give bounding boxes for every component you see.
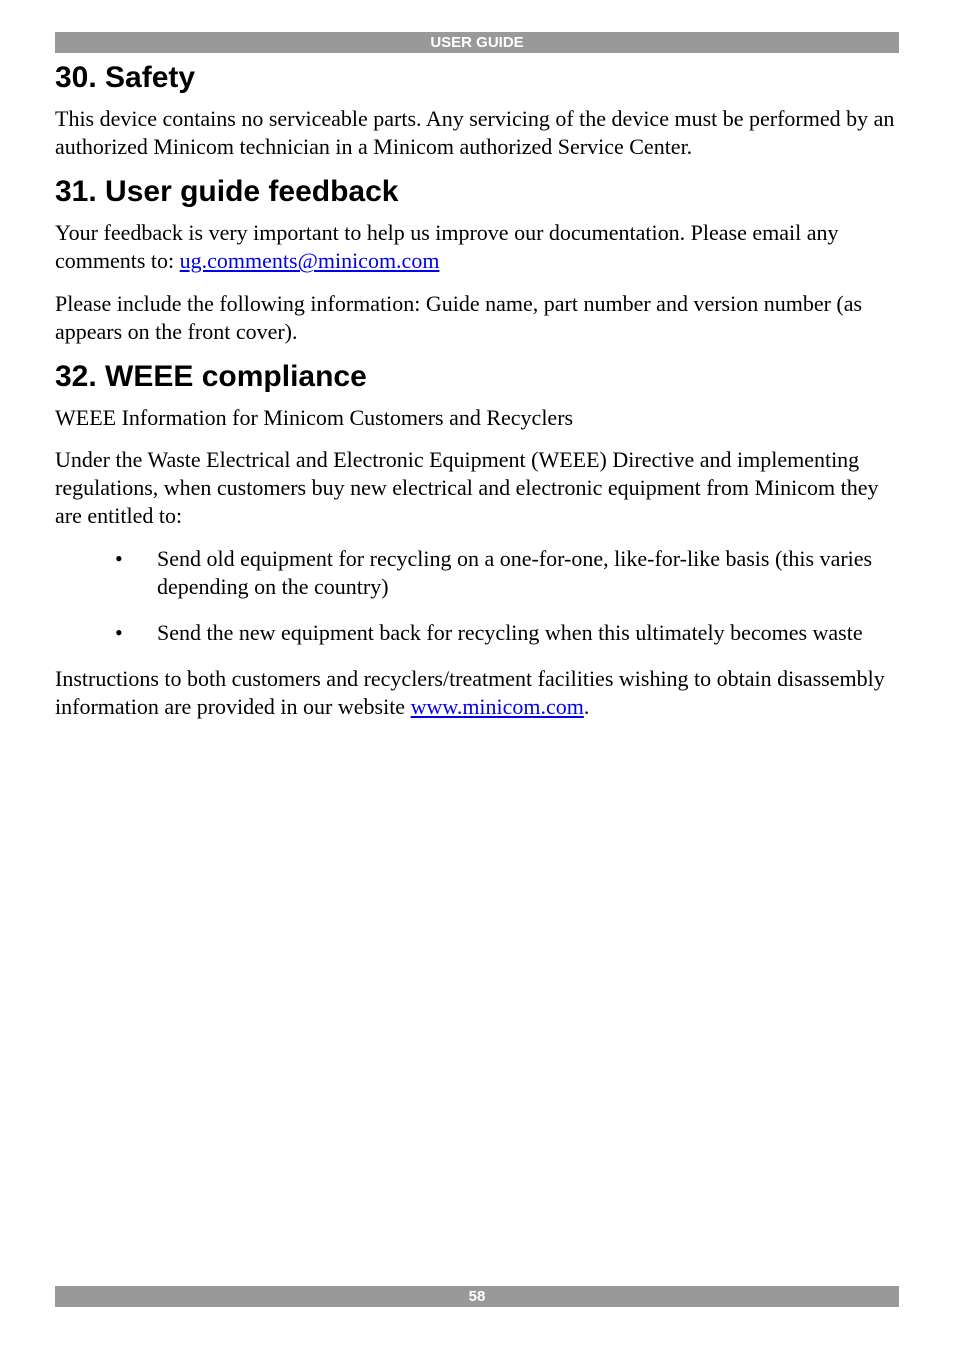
- heading-feedback: 31. User guide feedback: [55, 175, 899, 209]
- header-title: USER GUIDE: [430, 34, 523, 51]
- weee-url-link[interactable]: www.minicom.com: [411, 694, 584, 719]
- weee-bullet-list: Send old equipment for recycling on a on…: [115, 545, 899, 647]
- weee-paragraph-1: WEEE Information for Minicom Customers a…: [55, 404, 899, 432]
- feedback-paragraph-2: Please include the following information…: [55, 290, 899, 346]
- page-number: 58: [469, 1288, 486, 1305]
- feedback-paragraph-1: Your feedback is very important to help …: [55, 219, 899, 275]
- page-header-bar: USER GUIDE: [55, 32, 899, 53]
- list-item: Send old equipment for recycling on a on…: [115, 545, 899, 601]
- page-footer-bar: 58: [55, 1286, 899, 1307]
- safety-paragraph: This device contains no serviceable part…: [55, 105, 899, 161]
- feedback-p1-text: Your feedback is very important to help …: [55, 220, 838, 273]
- heading-weee: 32. WEEE compliance: [55, 360, 899, 394]
- weee-p3-post: .: [584, 694, 590, 719]
- feedback-email-link[interactable]: ug.comments@minicom.com: [180, 248, 440, 273]
- weee-paragraph-2: Under the Waste Electrical and Electroni…: [55, 446, 899, 530]
- heading-safety: 30. Safety: [55, 61, 899, 95]
- list-item: Send the new equipment back for recyclin…: [115, 619, 899, 647]
- weee-paragraph-3: Instructions to both customers and recyc…: [55, 665, 899, 721]
